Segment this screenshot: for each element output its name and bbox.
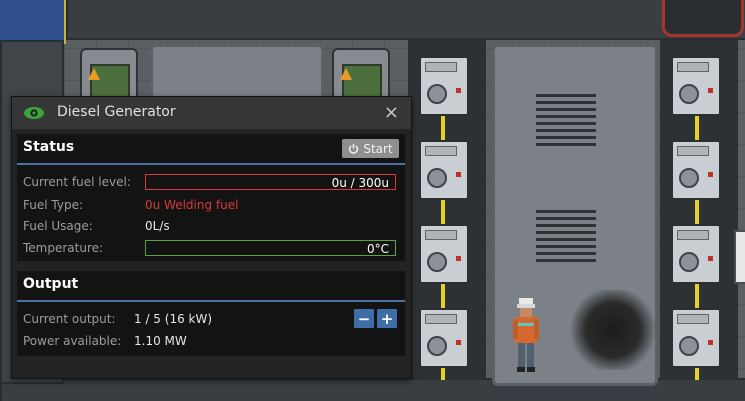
output-heading: Output xyxy=(23,276,79,292)
current-output-value: 1 / 5 (16 kW) xyxy=(134,312,213,326)
power-cabinet[interactable] xyxy=(671,224,721,284)
fuel-type-label: Fuel Type: xyxy=(23,198,83,212)
status-heading: Status xyxy=(23,139,75,155)
output-header: Output xyxy=(17,271,405,302)
power-cabinet[interactable] xyxy=(671,140,721,200)
window-titlebar[interactable]: Diesel Generator × xyxy=(12,97,411,129)
temperature-bar: 0°C xyxy=(145,240,396,256)
start-button[interactable]: Start xyxy=(342,139,399,158)
top-wall xyxy=(66,0,745,40)
decrease-output-button[interactable]: − xyxy=(354,309,374,328)
power-cabinet[interactable] xyxy=(671,308,721,368)
scorch-mark xyxy=(568,290,658,370)
fuel-level-label: Current fuel level: xyxy=(23,175,131,189)
corner-light xyxy=(662,0,744,37)
player-character[interactable] xyxy=(509,296,543,376)
diesel-generator-window: Diesel Generator × Status Start Current … xyxy=(11,96,412,379)
output-section: Output Current output: 1 / 5 (16 kW) − +… xyxy=(17,271,405,356)
status-header: Status Start xyxy=(17,134,405,165)
fuel-type-value: 0u Welding fuel xyxy=(145,198,239,212)
close-button[interactable]: × xyxy=(384,102,399,123)
power-available-label: Power available: xyxy=(23,334,122,348)
fuel-level-value: 0u / 300u xyxy=(331,176,389,190)
temperature-value: 0°C xyxy=(366,242,389,256)
power-cabinet[interactable] xyxy=(671,56,721,116)
window-title: Diesel Generator xyxy=(57,104,176,120)
power-available-value: 1.10 MW xyxy=(134,334,187,348)
power-cabinet[interactable] xyxy=(419,308,469,368)
floor-vent xyxy=(536,206,596,262)
fuel-usage-label: Fuel Usage: xyxy=(23,219,93,233)
increase-output-button[interactable]: + xyxy=(377,309,397,328)
power-cabinet[interactable] xyxy=(419,140,469,200)
fuel-usage-value: 0L/s xyxy=(145,219,170,233)
current-output-label: Current output: xyxy=(23,312,116,326)
power-cabinet[interactable] xyxy=(419,224,469,284)
temperature-label: Temperature: xyxy=(23,241,104,255)
status-section: Status Start Current fuel level: 0u / 30… xyxy=(17,134,405,261)
right-edge-light xyxy=(734,230,745,284)
floor-vent xyxy=(536,90,596,146)
top-left-block xyxy=(0,0,66,44)
start-button-label: Start xyxy=(363,141,393,156)
power-icon xyxy=(349,143,359,154)
power-cabinet[interactable] xyxy=(419,56,469,116)
eye-icon xyxy=(24,107,44,119)
fuel-level-bar: 0u / 300u xyxy=(145,174,396,190)
